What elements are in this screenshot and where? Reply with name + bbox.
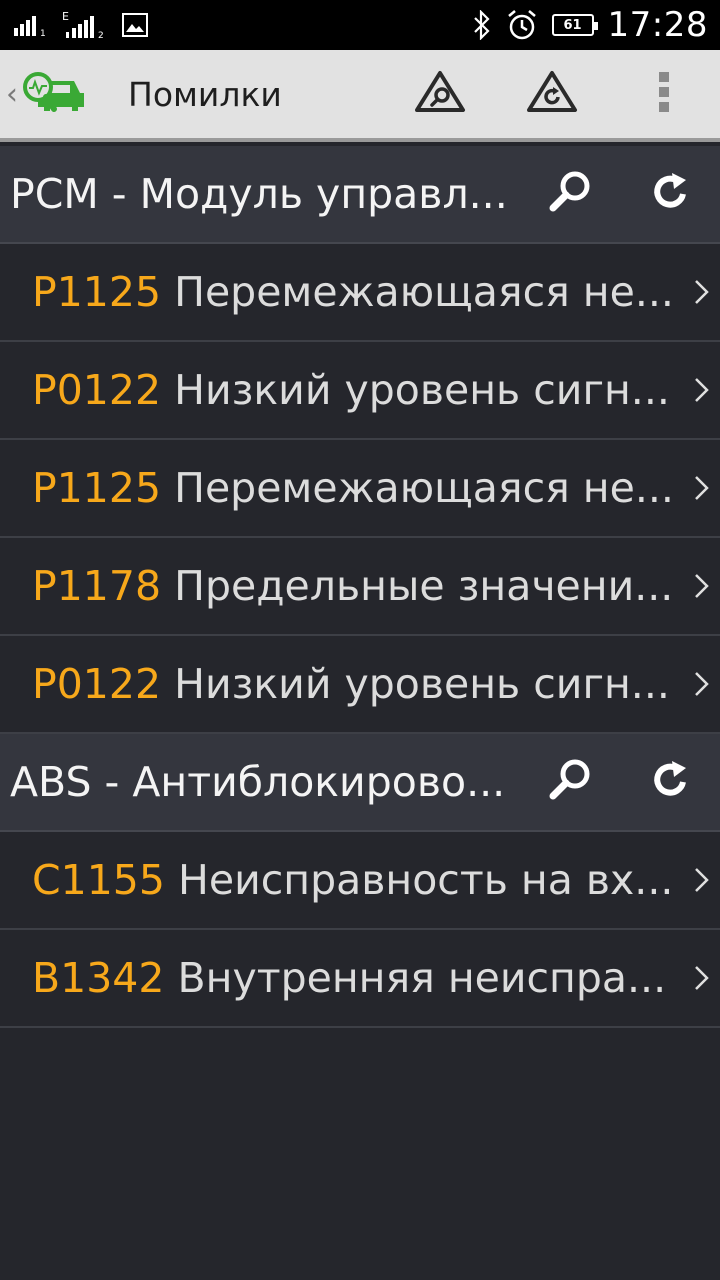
image-notification-icon bbox=[122, 13, 148, 37]
section-header-abs: ABS - Антиблокирово... bbox=[0, 734, 720, 832]
chevron-right-icon bbox=[684, 278, 720, 306]
search-icon bbox=[547, 169, 593, 219]
action-bar: ‹ Помилки bbox=[0, 50, 720, 142]
error-code: P1125 bbox=[32, 464, 162, 512]
error-entry: P0122 Низкий уровень сигн... bbox=[0, 366, 684, 414]
battery-indicator: 61 bbox=[551, 14, 598, 36]
error-code: C1155 bbox=[32, 856, 165, 904]
chevron-right-icon bbox=[684, 572, 720, 600]
bluetooth-icon bbox=[472, 10, 492, 40]
error-entry: P0122 Низкий уровень сигн... bbox=[0, 660, 684, 708]
error-description: Перемежающаяся не... bbox=[174, 464, 674, 512]
search-errors-button[interactable] bbox=[384, 48, 496, 140]
refresh-icon bbox=[650, 172, 690, 216]
search-warning-icon bbox=[414, 70, 466, 118]
svg-text:2: 2 bbox=[98, 31, 104, 40]
svg-text:E: E bbox=[62, 10, 69, 23]
error-code: P1178 bbox=[32, 562, 162, 610]
section-search-button[interactable] bbox=[520, 733, 620, 831]
section-refresh-button[interactable] bbox=[620, 145, 720, 243]
error-entry: P1125 Перемежающаяся не... bbox=[0, 464, 684, 512]
section-refresh-button[interactable] bbox=[620, 733, 720, 831]
list-item[interactable]: B1342 Внутренняя неиспра... bbox=[0, 930, 720, 1028]
clock: 17:28 bbox=[607, 5, 708, 45]
back-chevron-icon: ‹ bbox=[6, 76, 18, 112]
error-description: Перемежающаяся не... bbox=[174, 268, 674, 316]
overflow-menu-icon bbox=[658, 70, 670, 118]
app-logo-icon bbox=[20, 67, 88, 121]
error-code: P1125 bbox=[32, 268, 162, 316]
chevron-right-icon bbox=[684, 670, 720, 698]
list-item[interactable]: P1178 Предельные значени... bbox=[0, 538, 720, 636]
status-right: 61 17:28 bbox=[472, 5, 708, 45]
refresh-icon bbox=[650, 760, 690, 804]
section-search-button[interactable] bbox=[520, 145, 620, 243]
chevron-right-icon bbox=[684, 376, 720, 404]
chevron-right-icon bbox=[684, 866, 720, 894]
error-code: P0122 bbox=[32, 366, 162, 414]
list-item[interactable]: C1155 Неисправность на вх... bbox=[0, 832, 720, 930]
alarm-icon bbox=[506, 9, 538, 41]
signal-sim2-icon: E 2 bbox=[62, 10, 108, 40]
refresh-warning-icon bbox=[526, 70, 578, 118]
overflow-menu-button[interactable] bbox=[608, 48, 720, 140]
status-left: 1 E 2 bbox=[14, 10, 148, 40]
list-item[interactable]: P1125 Перемежающаяся не... bbox=[0, 244, 720, 342]
screen-title: Помилки bbox=[128, 74, 282, 114]
chevron-right-icon bbox=[684, 474, 720, 502]
list-item[interactable]: P1125 Перемежающаяся не... bbox=[0, 440, 720, 538]
status-bar: 1 E 2 61 17:28 bbox=[0, 0, 720, 50]
error-description: Низкий уровень сигн... bbox=[174, 366, 670, 414]
error-entry: C1155 Неисправность на вх... bbox=[0, 856, 684, 904]
error-code: P0122 bbox=[32, 660, 162, 708]
section-title: ABS - Антиблокирово... bbox=[10, 758, 506, 806]
error-description: Низкий уровень сигн... bbox=[174, 660, 670, 708]
section-title: PCM - Модуль управл... bbox=[10, 170, 508, 218]
error-description: Неисправность на вх... bbox=[178, 856, 674, 904]
error-description: Предельные значени... bbox=[174, 562, 674, 610]
error-code: B1342 bbox=[32, 954, 165, 1002]
search-icon bbox=[547, 757, 593, 807]
list-item[interactable]: P0122 Низкий уровень сигн... bbox=[0, 636, 720, 734]
up-navigation[interactable]: ‹ bbox=[0, 67, 110, 121]
error-entry: P1125 Перемежающаяся не... bbox=[0, 268, 684, 316]
chevron-right-icon bbox=[684, 964, 720, 992]
section-header-pcm: PCM - Модуль управл... bbox=[0, 146, 720, 244]
signal-sim1-icon: 1 bbox=[14, 12, 48, 38]
svg-text:1: 1 bbox=[40, 29, 46, 38]
error-description: Внутренняя неиспра... bbox=[177, 954, 667, 1002]
list-item[interactable]: P0122 Низкий уровень сигн... bbox=[0, 342, 720, 440]
error-entry: P1178 Предельные значени... bbox=[0, 562, 684, 610]
error-entry: B1342 Внутренняя неиспра... bbox=[0, 954, 684, 1002]
refresh-errors-button[interactable] bbox=[496, 48, 608, 140]
